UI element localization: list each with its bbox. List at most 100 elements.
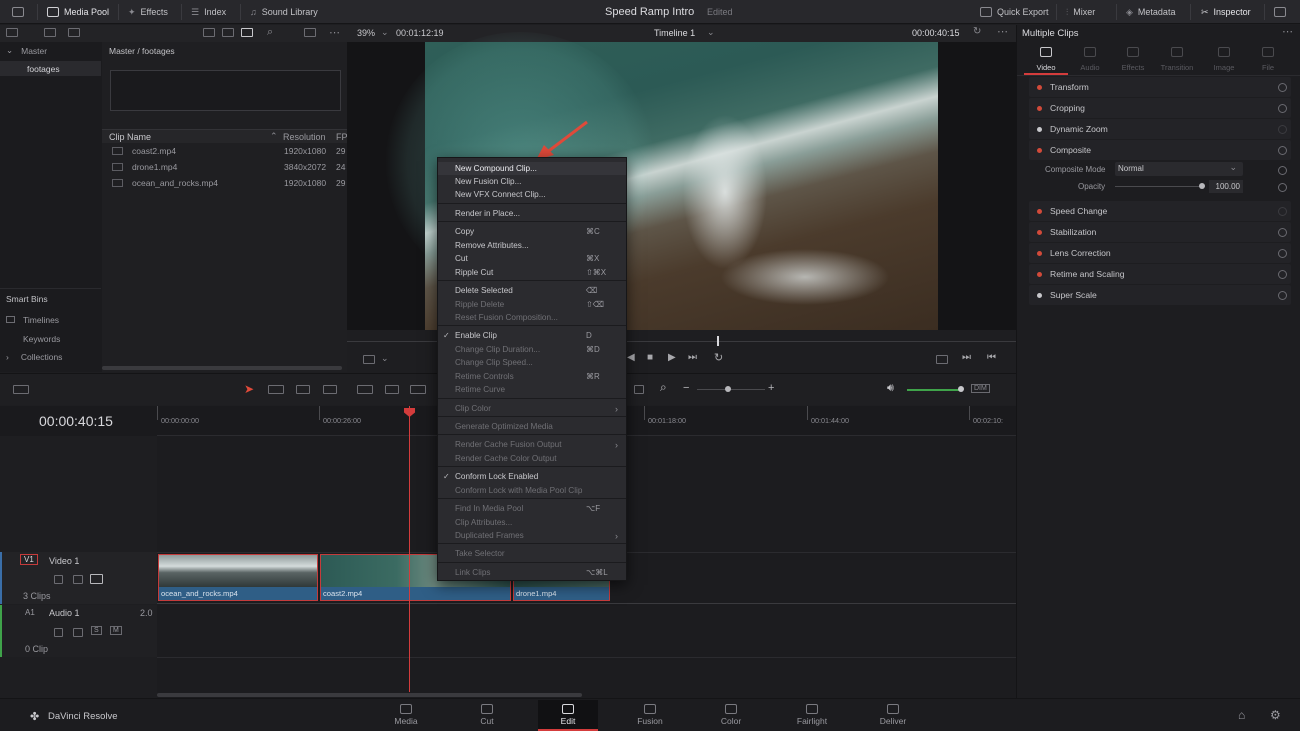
tab-video[interactable]: Video bbox=[1024, 63, 1068, 72]
viewer-mode-icon[interactable] bbox=[363, 355, 375, 364]
opacity-thumb[interactable] bbox=[1199, 183, 1205, 189]
stop-icon[interactable]: ■ bbox=[647, 352, 653, 363]
section-dynamic-zoom[interactable]: Dynamic Zoom bbox=[1029, 119, 1291, 139]
menu-item[interactable]: Enable Clip ✓ D bbox=[438, 329, 626, 342]
menu-item[interactable]: Retime Curve bbox=[438, 383, 626, 396]
page-media[interactable]: Media bbox=[376, 700, 436, 726]
blade-tool-icon[interactable] bbox=[323, 385, 337, 394]
section-lens-correction[interactable]: Lens Correction bbox=[1029, 243, 1291, 263]
mute-button[interactable]: M bbox=[110, 626, 122, 635]
page-edit[interactable]: Edit bbox=[538, 700, 598, 731]
more-icon[interactable]: ⋯ bbox=[997, 25, 1008, 38]
menu-item[interactable]: Link Clips ⌥⌘L bbox=[438, 566, 626, 579]
tab-audio[interactable]: Audio bbox=[1068, 63, 1112, 72]
next-frame-icon[interactable]: ⏭ bbox=[688, 352, 697, 363]
tab-icon[interactable] bbox=[1084, 47, 1096, 57]
page-fusion[interactable]: Fusion bbox=[620, 700, 680, 726]
settings-gear-icon[interactable]: ⚙ bbox=[1270, 708, 1281, 722]
zoom-slider-thumb[interactable] bbox=[725, 386, 731, 392]
col-clip-name[interactable]: Clip Name bbox=[109, 132, 151, 142]
menu-item[interactable]: Change Clip Speed... bbox=[438, 356, 626, 369]
selection-tool-icon[interactable]: ➤ bbox=[244, 382, 254, 396]
track-header-a1[interactable]: A1 Audio 1 2.0 S M 0 Clip bbox=[0, 605, 157, 657]
opacity-input[interactable]: 100.00 bbox=[1209, 180, 1243, 193]
list-view-icon[interactable] bbox=[241, 28, 253, 37]
index-button[interactable]: ☰ Index bbox=[191, 0, 226, 24]
page-deliver[interactable]: Deliver bbox=[863, 700, 923, 726]
smart-bin-collections[interactable]: › Collections bbox=[6, 349, 62, 364]
tab-icon[interactable] bbox=[1218, 47, 1230, 57]
menu-item[interactable]: Generate Optimized Media bbox=[438, 420, 626, 433]
page-cut[interactable]: Cut bbox=[457, 700, 517, 726]
auto-select-icon[interactable] bbox=[73, 628, 83, 637]
timeline-scrollbar[interactable] bbox=[157, 693, 582, 697]
play-reverse-icon[interactable]: ◀ bbox=[627, 352, 635, 363]
more-icon[interactable]: ⋯ bbox=[329, 26, 340, 39]
enable-dot-icon[interactable] bbox=[1037, 292, 1042, 298]
timeline-view-icon[interactable] bbox=[13, 385, 29, 394]
menu-item[interactable]: Find In Media Pool ⌥F bbox=[438, 502, 626, 515]
reset-icon[interactable] bbox=[1278, 206, 1287, 216]
page-fairlight[interactable]: Fairlight bbox=[782, 700, 842, 726]
sidebar-toggle-icon[interactable] bbox=[6, 28, 18, 37]
timeline-name[interactable]: Timeline 1 bbox=[654, 28, 695, 38]
track-name-a1[interactable]: Audio 1 bbox=[49, 608, 80, 618]
page-color[interactable]: Color bbox=[701, 700, 761, 726]
volume-thumb[interactable] bbox=[958, 386, 964, 392]
menu-item[interactable]: Duplicated Frames › bbox=[438, 529, 626, 542]
fullscreen-button[interactable] bbox=[1274, 0, 1286, 24]
enable-dot-icon[interactable] bbox=[1037, 147, 1042, 153]
tab-image[interactable]: Image bbox=[1202, 63, 1246, 72]
opacity-slider[interactable] bbox=[1115, 186, 1203, 187]
play-icon[interactable]: ▶ bbox=[668, 352, 676, 363]
match-frame-icon[interactable] bbox=[936, 355, 948, 364]
reset-icon[interactable] bbox=[1278, 145, 1287, 155]
loop-icon[interactable]: ↻ bbox=[714, 351, 723, 364]
trim-tool-icon[interactable] bbox=[268, 385, 284, 394]
section-super-scale[interactable]: Super Scale bbox=[1029, 285, 1291, 305]
comment-icon[interactable] bbox=[68, 28, 80, 37]
reset-icon[interactable] bbox=[1278, 183, 1287, 192]
reset-icon[interactable] bbox=[1278, 269, 1287, 279]
enable-dot-icon[interactable] bbox=[1037, 250, 1042, 256]
track-tag-a1[interactable]: A1 bbox=[25, 608, 35, 617]
reset-icon[interactable] bbox=[1278, 103, 1287, 113]
menu-item[interactable]: Take Selector bbox=[438, 547, 626, 560]
tab-file[interactable]: File bbox=[1246, 63, 1290, 72]
reset-icon[interactable] bbox=[1278, 82, 1287, 92]
list-item[interactable]: drone1.mp4 3840x2072 24 bbox=[102, 159, 347, 174]
section-retime-and-scaling[interactable]: Retime and Scaling bbox=[1029, 264, 1291, 284]
track-visible-icon[interactable] bbox=[90, 574, 103, 584]
viewer-playhead[interactable] bbox=[717, 336, 719, 346]
track-tag-v1[interactable]: V1 bbox=[20, 554, 38, 565]
chevron-down-icon[interactable]: ⌄ bbox=[381, 27, 389, 38]
zoom-search-icon[interactable]: ⌕ bbox=[660, 380, 667, 395]
section-transform[interactable]: Transform bbox=[1029, 77, 1291, 97]
inspector-button[interactable]: ✂ Inspector bbox=[1201, 0, 1251, 24]
mixer-button[interactable]: ⫶ Mixer bbox=[1066, 0, 1095, 24]
zoom-slider[interactable] bbox=[697, 389, 765, 390]
bin-footages[interactable]: footages bbox=[0, 61, 101, 76]
track-header-v1[interactable]: V1 Video 1 3 Clips bbox=[0, 552, 157, 604]
menu-item[interactable]: Render in Place... bbox=[438, 207, 626, 220]
chevron-down-icon[interactable]: ⌄ bbox=[707, 27, 715, 38]
menu-item[interactable]: New VFX Connect Clip... bbox=[438, 188, 626, 201]
menu-item[interactable]: Cut ⌘X bbox=[438, 252, 626, 265]
menu-item[interactable]: Retime Controls ⌘R bbox=[438, 370, 626, 383]
zoom-out-icon[interactable]: − bbox=[683, 382, 689, 394]
smart-bin-keywords[interactable]: Keywords bbox=[23, 331, 60, 346]
track-name-v1[interactable]: Video 1 bbox=[49, 556, 79, 566]
timeline-clip[interactable]: ocean_and_rocks.mp4 bbox=[158, 554, 318, 601]
menu-item[interactable]: New Compound Clip... bbox=[438, 162, 626, 175]
menu-item[interactable]: Conform Lock Enabled ✓ bbox=[438, 470, 626, 483]
menu-item[interactable]: Ripple Delete ⇧⌫ bbox=[438, 298, 626, 311]
home-icon[interactable]: ⌂ bbox=[1238, 708, 1245, 722]
menu-item[interactable]: Render Cache Color Output bbox=[438, 452, 626, 465]
overwrite-clip-icon[interactable] bbox=[385, 385, 399, 394]
dim-button[interactable]: DIM bbox=[971, 384, 990, 393]
volume-slider[interactable] bbox=[907, 389, 962, 391]
search-icon[interactable]: ⌕ bbox=[267, 26, 273, 39]
panel-toggle-button[interactable] bbox=[12, 0, 24, 24]
menu-item[interactable]: Delete Selected ⌫ bbox=[438, 284, 626, 297]
link-icon[interactable] bbox=[44, 28, 56, 37]
